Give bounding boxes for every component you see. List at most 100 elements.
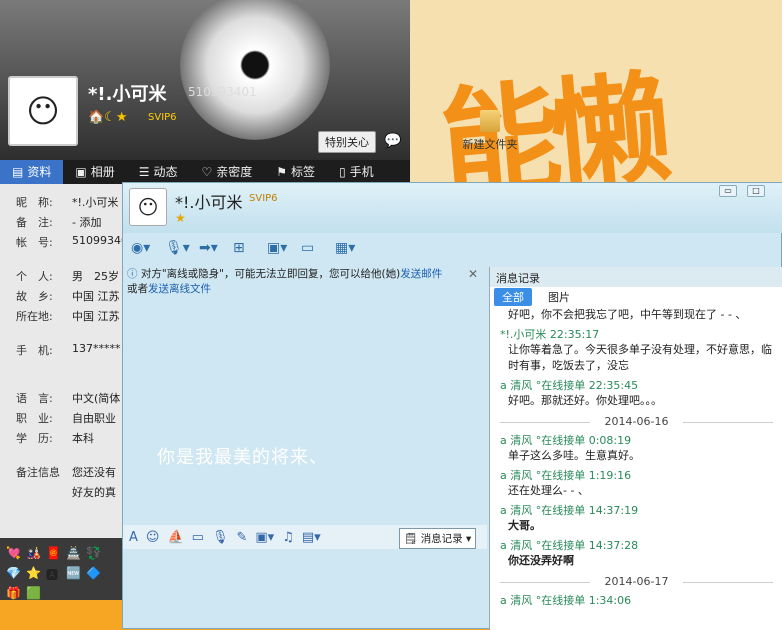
badge-icon[interactable]: 🔷 <box>86 566 101 580</box>
screenshot-icon[interactable]: ▤▾ <box>302 530 321 545</box>
desktop-folder[interactable]: 新建文件夹 <box>450 110 530 152</box>
tab-images[interactable]: 图片 <box>540 288 578 306</box>
apps-grid-icon[interactable]: ▦▾ <box>335 240 363 256</box>
level-badges: 🏠☾★ <box>88 110 128 125</box>
close-icon[interactable]: ✕ <box>468 267 478 281</box>
field-row: 所在地: 中国 江苏 <box>16 310 120 323</box>
message-list: 好吧，你不会把我忘了吧，中午等到现在了 - - 、 *!.小可米 22:35:17… <box>490 307 782 608</box>
message-sender: a 清风 °在线接单 1:19:16 <box>500 469 632 482</box>
field-row: 备 注: - 添加 <box>16 214 124 234</box>
message-text: 大哥。 <box>508 519 541 532</box>
history-pane: 消息记录 全部 图片 好吧，你不会把我忘了吧，中午等到现在了 - - 、 *!.小… <box>489 267 782 630</box>
message-text: 让你等着急了。今天很多单子没有处理，不好意思，临时有事，吃饭去了，没忘 <box>508 343 772 372</box>
chat-window: 😶 *!.小可米 SVIP6 ★ ▭ □ ◉▾ 🎙▾ ➡▾ ⊞ ▣▾ ▭ ▦▾ … <box>122 182 782 630</box>
svip-badge: SVIP6 <box>148 112 177 123</box>
history-icon: 🗒 <box>404 533 418 545</box>
contact-avatar[interactable]: 😶 <box>129 188 167 226</box>
special-care-button[interactable]: 特别关心 <box>318 131 376 153</box>
send-offline-file-link[interactable]: 发送离线文件 <box>148 283 211 295</box>
app-icon[interactable]: ▭ <box>301 240 329 256</box>
share-screen-icon[interactable]: ▣▾ <box>267 240 295 256</box>
message-input[interactable] <box>123 303 487 525</box>
profile-qq-number: 510993401 <box>188 85 257 99</box>
star-icon: ★ <box>175 211 186 225</box>
badge-icon[interactable]: 🎁 <box>6 586 21 600</box>
shake-icon[interactable]: ⛵ <box>167 530 183 545</box>
profile-name: *!.小可米 <box>88 84 167 105</box>
card-icon: ▤ <box>12 165 24 179</box>
history-title: 消息记录 <box>490 267 782 287</box>
folder-icon <box>480 110 500 132</box>
info-icon: ⓘ <box>127 268 141 280</box>
avatar[interactable]: 😶 <box>8 76 78 146</box>
chat-toolbar: ◉▾ 🎙▾ ➡▾ ⊞ ▣▾ ▭ ▦▾ <box>123 233 782 263</box>
message-text: 还在处理么- - 、 <box>508 484 589 497</box>
image-icon: ▣ <box>75 165 87 179</box>
folder-label: 新建文件夹 <box>462 138 518 151</box>
tab-feed[interactable]: ☰ 动态 <box>127 160 190 184</box>
chat-bubble-icon[interactable]: 💬 <box>384 133 401 149</box>
message-text: 你还没弄好啊 <box>508 554 574 567</box>
history-button[interactable]: 🗒 消息记录 ▾ <box>399 528 477 549</box>
heart-icon: ♡ <box>201 165 213 179</box>
tab-intimacy[interactable]: ♡ 亲密度 <box>190 160 265 184</box>
badge-icon[interactable]: 💱 <box>86 546 101 560</box>
badge-icon[interactable]: 🎎 <box>26 546 41 560</box>
message-text: 好吧，你不会把我忘了吧，中午等到现在了 - - 、 <box>508 308 747 321</box>
field-row: 语 言: 中文(简体 <box>16 392 121 405</box>
field-row: 备注信息 您还没有 <box>16 466 116 479</box>
minimize-button[interactable]: ▭ <box>719 185 737 197</box>
field-row: 帐 号:510993401 <box>16 234 124 249</box>
message-text: 单子这么多哇。生意真好。 <box>508 449 640 462</box>
music-icon[interactable]: ♫ <box>282 530 294 545</box>
field-row: 故 乡: 中国 江苏 <box>16 290 120 303</box>
transfer-file-icon[interactable]: ➡▾ <box>199 240 227 256</box>
maximize-button[interactable]: □ <box>747 185 765 197</box>
list-icon: ☰ <box>138 165 150 179</box>
badge-icon[interactable]: ⭐ <box>26 566 41 580</box>
badge-icon[interactable]: 🏯 <box>66 546 81 560</box>
offline-notice: ⓘ 对方"离线或隐身"，可能无法立即回复，您可以给他(她)发送邮件 或者发送离线… <box>127 268 443 295</box>
profile-tabs: ▤ 资料 ▣ 相册 ☰ 动态 ♡ 亲密度 ⚑ 标签 ▯ 手机 <box>0 160 410 184</box>
badge-icon[interactable]: 🟩 <box>26 586 41 600</box>
tab-info[interactable]: ▤ 资料 <box>0 160 64 184</box>
badge-icon[interactable]: 🆕 <box>66 566 81 580</box>
field-row: 昵 称: *!.小可米 <box>16 196 119 209</box>
add-remark-link[interactable]: - 添加 <box>72 214 124 234</box>
tab-phone[interactable]: ▯ 手机 <box>327 160 386 184</box>
tab-tags[interactable]: ⚑ 标签 <box>264 160 327 184</box>
badge-icon[interactable]: 💎 <box>6 566 21 580</box>
image-icon[interactable]: ▣▾ <box>255 530 274 545</box>
message-sender: a 清风 °在线接单 0:08:19 <box>500 434 632 447</box>
svip-badge: SVIP6 <box>249 193 278 204</box>
message-sender: a 清风 °在线接单 14:37:28 <box>500 539 639 552</box>
doodle-icon[interactable]: ✎ <box>236 530 247 545</box>
contact-name[interactable]: *!.小可米 <box>175 189 243 213</box>
voice-message-icon[interactable]: 🎙 <box>212 530 229 545</box>
remote-assist-icon[interactable]: ⊞ <box>233 240 261 256</box>
voice-call-icon[interactable]: 🎙▾ <box>165 240 193 256</box>
field-row: 职 业: 自由职业 <box>16 412 116 425</box>
chat-header: 😶 *!.小可米 SVIP6 ★ ▭ □ <box>123 183 782 233</box>
badge-icon[interactable]: 🧧 <box>46 546 61 560</box>
emoji-badge-bar: 💘 🎎 🧧 🏯 💱 💎 ⭐ 🅰 🆕 🔷 🎁 🟩 <box>0 538 124 600</box>
tab-album[interactable]: ▣ 相册 <box>63 160 126 184</box>
field-row: 手 机: 137***** <box>16 342 121 357</box>
message-sender: a 清风 °在线接单 22:35:45 <box>500 379 639 392</box>
signature-text: 你是我最美的将来、 <box>157 447 328 468</box>
send-email-link[interactable]: 发送邮件 <box>400 268 442 280</box>
font-icon[interactable]: A <box>129 530 138 545</box>
emoji-icon[interactable]: ☺ <box>146 530 160 545</box>
badge-icon[interactable]: 💘 <box>6 546 21 560</box>
video-call-icon[interactable]: ◉▾ <box>131 240 159 256</box>
message-text: 好吧。那就还好。你处理吧。。。 <box>508 394 662 407</box>
date-separator: 2014-06-17 <box>500 575 773 588</box>
gif-icon[interactable]: ▭ <box>192 530 204 545</box>
badge-icon[interactable]: 🅰 <box>46 566 60 582</box>
profile-header: 😶 *!.小可米 510993401 🏠☾★ SVIP6 特别关心 💬 <box>0 0 410 160</box>
history-tabs: 全部 图片 <box>490 287 782 307</box>
tab-all[interactable]: 全部 <box>494 288 532 306</box>
field-row: 好友的真 <box>72 486 116 499</box>
message-sender: *!.小可米 22:35:17 <box>500 328 600 341</box>
tag-icon: ⚑ <box>276 165 288 179</box>
